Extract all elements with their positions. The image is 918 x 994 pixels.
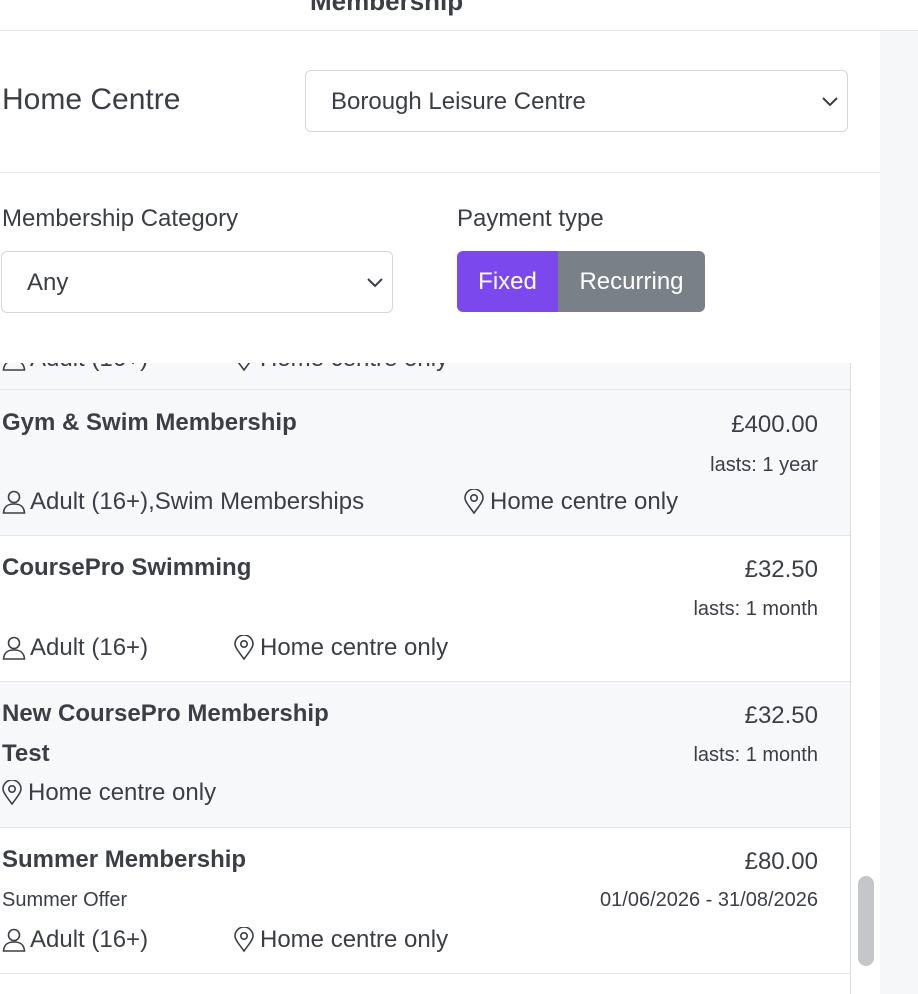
- home-centre-label: Home Centre: [2, 83, 181, 116]
- map-pin-icon: [237, 363, 251, 372]
- membership-name: Summer Membership: [2, 846, 247, 873]
- filters-panel: Home Centre Borough Leisure Centre Membe…: [0, 31, 880, 363]
- location-meta: Home centre only: [462, 488, 678, 516]
- membership-name-line1: New CoursePro Membership: [2, 700, 329, 727]
- location-text: Home centre only: [490, 488, 679, 515]
- home-centre-select[interactable]: Borough Leisure Centre: [305, 70, 848, 132]
- membership-price: £80.00: [744, 848, 818, 875]
- membership-list: Adult (16+) Home centre only Gym & Swim …: [0, 363, 851, 994]
- map-pin-icon: [234, 927, 254, 953]
- category-text: Adult (16+): [30, 926, 149, 953]
- payment-recurring-button[interactable]: Recurring: [558, 251, 705, 312]
- membership-name: Gym & Swim Membership: [2, 409, 297, 436]
- list-item[interactable]: Gym & Swim Membership £400.00 lasts: 1 y…: [0, 390, 850, 536]
- list-item[interactable]: CoursePro Swimming £32.50 lasts: 1 month…: [0, 536, 850, 682]
- payment-type-toggle: Fixed Recurring: [457, 251, 705, 312]
- membership-price: £32.50: [744, 556, 818, 583]
- membership-duration: lasts: 1 year: [710, 454, 818, 476]
- category-meta: Adult (16+): [2, 363, 148, 373]
- location-meta: Home centre only: [232, 634, 448, 662]
- payment-type-label: Payment type: [457, 205, 604, 232]
- location-text: Home centre only: [260, 363, 448, 373]
- page-title: Membership: [310, 0, 464, 16]
- location-meta: Home centre only: [0, 779, 216, 807]
- list-item[interactable]: New CoursePro Membership Test £32.50 las…: [0, 682, 850, 828]
- membership-dates: 01/06/2026 - 31/08/2026: [600, 889, 818, 911]
- membership-duration: lasts: 1 month: [693, 598, 818, 620]
- home-centre-value: Borough Leisure Centre: [331, 88, 586, 115]
- location-meta: Home centre only: [232, 926, 448, 954]
- membership-category-label: Membership Category: [2, 205, 239, 232]
- category-meta: Adult (16+): [2, 634, 148, 662]
- scrollbar-thumb[interactable]: [858, 876, 874, 966]
- right-gutter: [880, 31, 918, 994]
- list-item[interactable]: Adult (16+) Home centre only: [0, 363, 850, 390]
- chevron-down-icon: [822, 97, 838, 107]
- category-text: Adult (16+): [30, 634, 149, 661]
- category-meta: Adult (16+),Swim Memberships: [2, 488, 364, 516]
- top-bar: Membership: [0, 0, 918, 31]
- location-text: Home centre only: [260, 634, 449, 661]
- map-pin-icon: [2, 780, 22, 806]
- membership-subtitle: Summer Offer: [2, 889, 128, 911]
- user-icon: [2, 928, 26, 952]
- location-text: Home centre only: [28, 779, 217, 806]
- membership-name: CoursePro Swimming: [2, 554, 252, 581]
- user-icon: [2, 363, 26, 371]
- payment-fixed-button[interactable]: Fixed: [457, 251, 558, 312]
- location-meta: Home centre only: [232, 363, 448, 373]
- map-pin-icon: [464, 489, 484, 515]
- location-text: Home centre only: [260, 926, 449, 953]
- category-text: Adult (16+),Swim Memberships: [30, 488, 365, 515]
- list-item[interactable]: Summer Membership £80.00 Summer Offer 01…: [0, 828, 850, 974]
- membership-price: £400.00: [731, 411, 818, 438]
- membership-duration: lasts: 1 month: [693, 744, 818, 766]
- chevron-down-icon: [367, 278, 383, 288]
- membership-price: £32.50: [744, 702, 818, 729]
- membership-name-line2: Test: [2, 740, 50, 767]
- membership-category-select[interactable]: Any: [1, 251, 393, 313]
- membership-category-value: Any: [27, 269, 69, 296]
- category-text: Adult (16+): [30, 363, 148, 373]
- map-pin-icon: [234, 635, 254, 661]
- home-centre-row: Home Centre Borough Leisure Centre: [0, 31, 880, 173]
- category-meta: Adult (16+): [2, 926, 148, 954]
- user-icon: [2, 490, 26, 514]
- user-icon: [2, 636, 26, 660]
